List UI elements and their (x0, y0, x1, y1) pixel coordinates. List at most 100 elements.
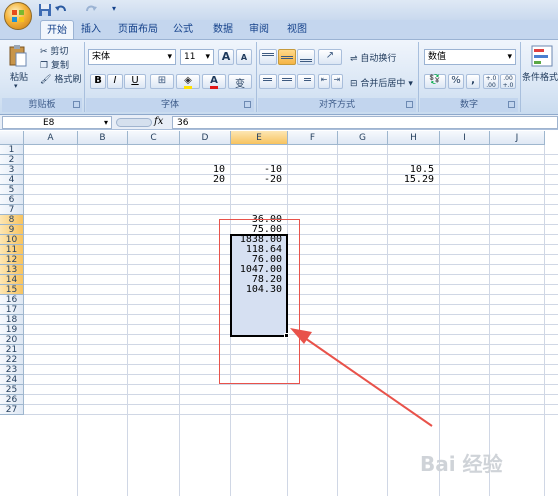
align-bottom-button[interactable] (297, 49, 315, 65)
row-header-22[interactable]: 22 (0, 355, 24, 365)
row-header-18[interactable]: 18 (0, 315, 24, 325)
column-header-b[interactable]: B (78, 131, 128, 145)
phonetic-guide-button[interactable]: 变 (228, 74, 252, 90)
row-header-15[interactable]: 15 (0, 285, 24, 295)
tab-insert[interactable]: 插入 (76, 20, 106, 39)
decrease-indent-button[interactable]: ⇤ (318, 74, 330, 89)
name-box-splitter[interactable] (116, 118, 152, 127)
align-left-icon (263, 78, 272, 81)
underline-button[interactable]: U (124, 74, 146, 89)
save-icon[interactable] (38, 3, 52, 17)
row-header-11[interactable]: 11 (0, 245, 24, 255)
grow-font-button[interactable]: A (218, 49, 234, 65)
row-header-10[interactable]: 10 (0, 235, 24, 245)
align-top-button[interactable] (259, 49, 277, 65)
font-size-combo[interactable]: 11 ▾ (180, 49, 214, 65)
format-painter-button[interactable]: 🖌 格式刷 (40, 72, 81, 85)
row-header-8[interactable]: 8 (0, 215, 24, 225)
tab-view[interactable]: 视图 (282, 20, 312, 39)
paste-icon[interactable] (8, 44, 28, 68)
align-middle-button[interactable] (278, 49, 296, 65)
align-left-button[interactable] (259, 74, 277, 89)
increase-decimal-button[interactable]: +.0 .00 (483, 74, 499, 89)
column-header-e[interactable]: E (231, 131, 288, 145)
row-header-12[interactable]: 12 (0, 255, 24, 265)
conditional-formatting-icon[interactable] (530, 44, 554, 68)
redo-icon[interactable] (84, 3, 98, 17)
borders-button[interactable]: ⊞ (150, 74, 174, 89)
shrink-font-button[interactable]: A (236, 49, 252, 65)
copy-button[interactable]: ❐ 复制 (40, 58, 69, 71)
row-header-25[interactable]: 25 (0, 385, 24, 395)
bold-button[interactable]: B (90, 74, 106, 89)
row-header-14[interactable]: 14 (0, 275, 24, 285)
increase-indent-button[interactable]: ⇥ (331, 74, 343, 89)
font-name-combo[interactable]: 宋体 ▾ (88, 49, 176, 65)
tab-home[interactable]: 开始 (40, 20, 74, 39)
align-center-button[interactable] (278, 74, 296, 89)
cell-h4[interactable]: 15.29 (388, 175, 434, 185)
column-header-g[interactable]: G (338, 131, 388, 145)
tab-page-layout[interactable]: 页面布局 (112, 20, 164, 39)
column-header-h[interactable]: H (388, 131, 440, 145)
select-all-corner[interactable] (0, 131, 24, 145)
undo-icon[interactable] (54, 3, 68, 17)
number-launcher-icon[interactable] (508, 101, 515, 108)
fill-color-button[interactable]: ◈ (176, 74, 200, 89)
customize-qat-icon[interactable]: ▾ (112, 4, 116, 13)
column-header-d[interactable]: D (180, 131, 231, 145)
accounting-format-button[interactable]: 💱 (424, 74, 446, 89)
font-launcher-icon[interactable] (244, 101, 251, 108)
row-header-19[interactable]: 19 (0, 325, 24, 335)
font-color-icon: A (210, 75, 218, 89)
italic-button[interactable]: I (107, 74, 123, 89)
name-box[interactable]: E8 ▾ (2, 116, 112, 129)
column-header-c[interactable]: C (128, 131, 180, 145)
row-header-23[interactable]: 23 (0, 365, 24, 375)
paste-label[interactable]: 粘贴 (10, 70, 28, 83)
clipboard-launcher-icon[interactable] (73, 101, 80, 108)
row-gridline (24, 204, 558, 205)
font-color-button[interactable]: A (202, 74, 226, 89)
tab-review[interactable]: 审阅 (244, 20, 274, 39)
column-header-j[interactable]: J (490, 131, 545, 145)
percent-button[interactable]: % (448, 74, 464, 89)
merge-center-button[interactable]: ⊟ 合并后居中 ▾ (350, 76, 413, 89)
row-header-16[interactable]: 16 (0, 295, 24, 305)
row-header-3[interactable]: 3 (0, 165, 24, 175)
row-header-26[interactable]: 26 (0, 395, 24, 405)
row-header-7[interactable]: 7 (0, 205, 24, 215)
insert-function-icon[interactable]: fx (154, 116, 163, 127)
cut-button[interactable]: ✂ 剪切 (40, 44, 68, 57)
formula-input[interactable]: 36 (172, 116, 558, 129)
row-header-2[interactable]: 2 (0, 155, 24, 165)
conditional-formatting-label[interactable]: 条件格式 (522, 70, 558, 83)
column-header-a[interactable]: A (24, 131, 78, 145)
alignment-launcher-icon[interactable] (406, 101, 413, 108)
row-header-21[interactable]: 21 (0, 345, 24, 355)
align-right-button[interactable] (297, 74, 315, 89)
decrease-decimal-button[interactable]: .00 +.0 (500, 74, 516, 89)
cell-e4[interactable]: -20 (231, 175, 282, 185)
row-header-24[interactable]: 24 (0, 375, 24, 385)
row-header-4[interactable]: 4 (0, 175, 24, 185)
wrap-text-button[interactable]: ⇌ 自动换行 (350, 51, 396, 64)
row-header-9[interactable]: 9 (0, 225, 24, 235)
number-format-combo[interactable]: 数值 ▾ (424, 49, 516, 65)
cell-d4[interactable]: 20 (180, 175, 225, 185)
row-header-17[interactable]: 17 (0, 305, 24, 315)
row-header-5[interactable]: 5 (0, 185, 24, 195)
column-header-i[interactable]: I (440, 131, 490, 145)
row-header-1[interactable]: 1 (0, 145, 24, 155)
office-button[interactable] (4, 2, 32, 30)
row-header-20[interactable]: 20 (0, 335, 24, 345)
column-header-f[interactable]: F (288, 131, 338, 145)
row-header-6[interactable]: 6 (0, 195, 24, 205)
row-header-13[interactable]: 13 (0, 265, 24, 275)
paste-dropdown-icon[interactable]: ▾ (14, 82, 18, 90)
row-header-27[interactable]: 27 (0, 405, 24, 415)
tab-formulas[interactable]: 公式 (168, 20, 198, 39)
comma-button[interactable]: , (466, 74, 480, 89)
tab-data[interactable]: 数据 (208, 20, 238, 39)
orientation-button[interactable]: ↗ (318, 49, 342, 65)
